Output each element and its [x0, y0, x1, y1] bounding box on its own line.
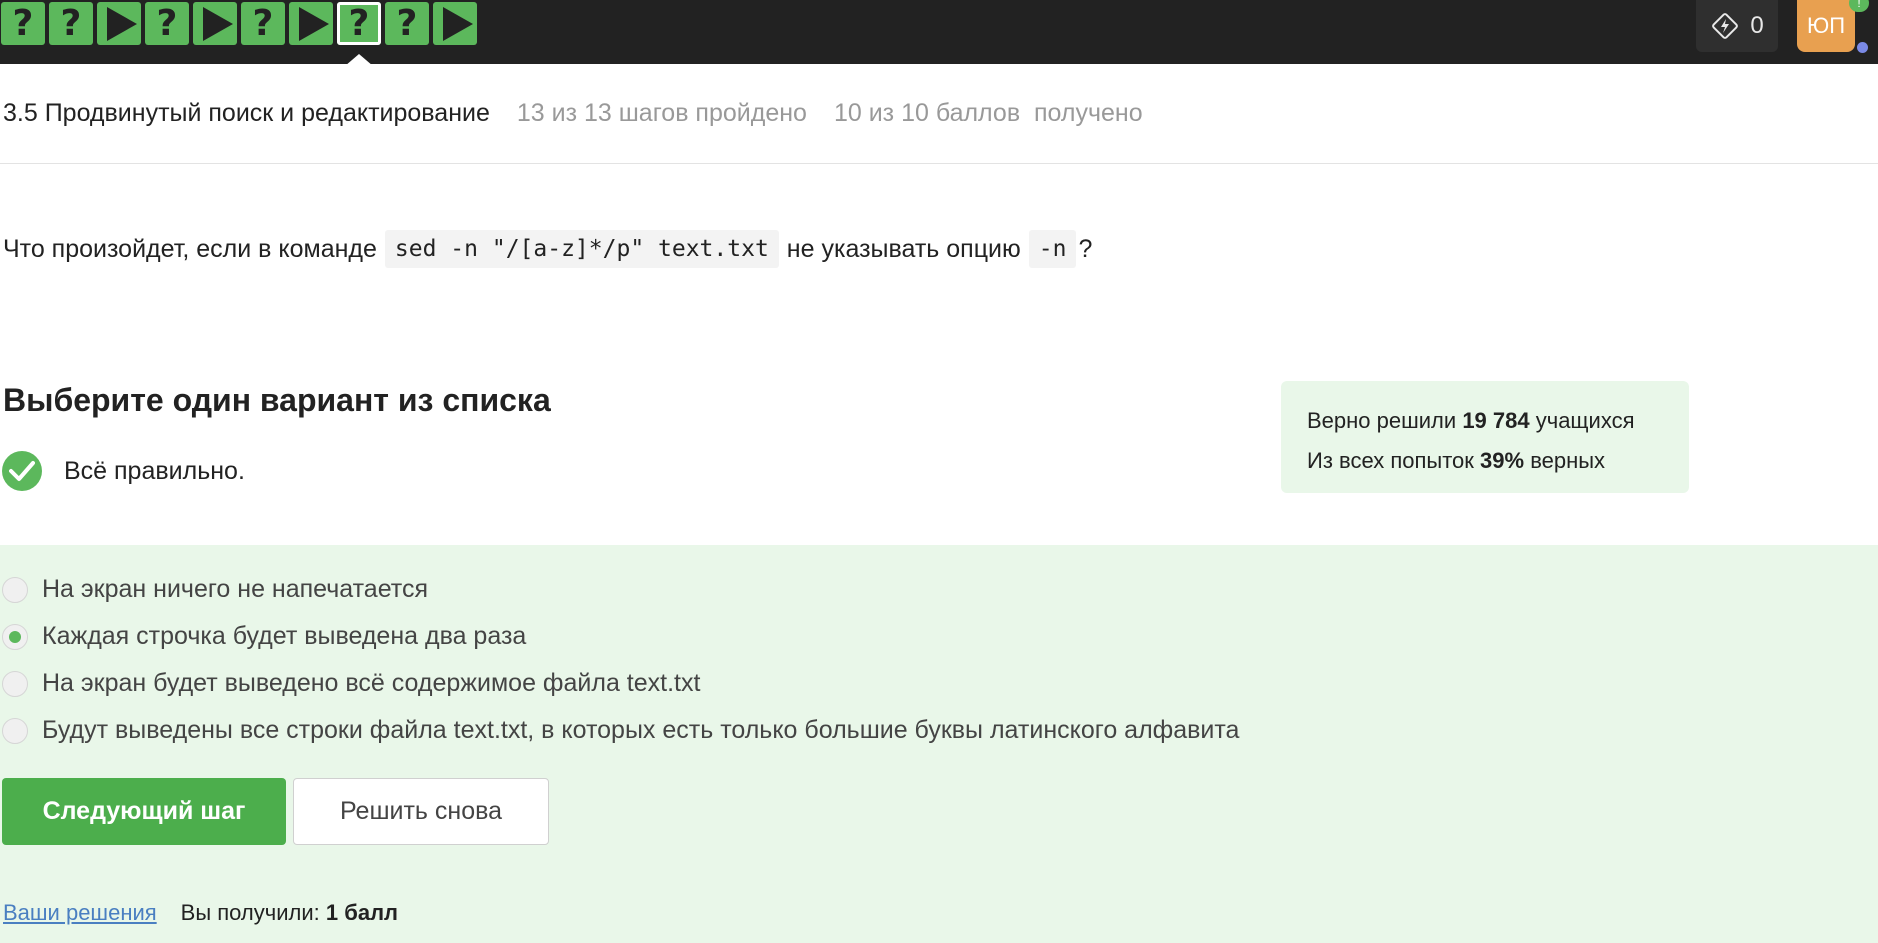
question-mark-icon: ?: [60, 3, 82, 44]
radio-button[interactable]: [2, 717, 28, 744]
step-5-video[interactable]: [193, 2, 237, 45]
step-2-question[interactable]: ?: [49, 2, 93, 45]
choose-title: Выберите один вариант из списка: [3, 382, 551, 418]
step-8-question-current[interactable]: ?: [337, 2, 381, 45]
option-label: На экран будет выведено всё содержимое ф…: [42, 669, 701, 697]
attempts-percent: 39%: [1480, 448, 1525, 473]
steps-progress: 13 из 13 шагов пройдено: [516, 99, 807, 127]
received-prefix: Вы получили:: [180, 900, 320, 925]
option-label: Каждая строчка будет выведена два раза: [42, 622, 527, 650]
play-icon: [299, 6, 329, 41]
step-3-video[interactable]: [97, 2, 141, 45]
option-4[interactable]: Будут выведены все строки файла text.txt…: [2, 716, 1239, 745]
step-6-question[interactable]: ?: [241, 2, 285, 45]
avatar-initials: ЮП: [1806, 13, 1846, 38]
footer: Ваши решения Вы получили: 1 балл: [3, 900, 398, 926]
option-3[interactable]: На экран будет выведено всё содержимое ф…: [2, 669, 700, 698]
option-2[interactable]: Каждая строчка будет выведена два раза: [2, 622, 526, 651]
play-icon: [203, 6, 233, 41]
solved-prefix: Верно решили: [1307, 408, 1457, 433]
received-points: Вы получили: 1 балл: [181, 900, 398, 926]
solved-suffix: учащихся: [1535, 408, 1635, 433]
step-1-question[interactable]: ?: [1, 2, 45, 45]
energy-counter[interactable]: 0: [1696, 0, 1778, 52]
question-text-after: ?: [1078, 234, 1093, 263]
user-avatar[interactable]: ЮП: [1797, 0, 1855, 52]
stats-panel: Верно решили 19 784 учащихся Из всех поп…: [1281, 381, 1689, 493]
question-text-middle: не указывать опцию: [786, 234, 1021, 263]
question-text: Что произойдет, если в команде sed -n "/…: [3, 230, 1092, 268]
radio-button[interactable]: [2, 576, 28, 603]
question-text-before: Что произойдет, если в команде: [3, 234, 377, 263]
radio-button-checked[interactable]: [2, 623, 28, 650]
attempts-stats: Из всех попыток 39% верных: [1307, 441, 1663, 481]
step-list: ? ? ? ? ? ?: [1, 2, 481, 45]
option-code: -n: [1028, 230, 1077, 268]
step-4-question[interactable]: ?: [145, 2, 189, 45]
radio-button[interactable]: [2, 670, 28, 697]
lightning-icon: [1712, 13, 1739, 39]
top-navigation-bar: ? ? ? ? ? ? 0 ЮП !: [0, 0, 1878, 64]
solved-count: 19 784: [1462, 408, 1530, 433]
result-message: Всё правильно.: [2, 451, 245, 491]
your-solutions-link[interactable]: Ваши решения: [3, 900, 157, 926]
play-icon: [443, 6, 473, 41]
checkmark-icon: [2, 451, 42, 491]
lesson-title: 3.5 Продвинутый поиск и редактирование: [3, 99, 490, 127]
notification-badge[interactable]: !: [1849, 0, 1869, 12]
result-text: Всё правильно.: [64, 456, 245, 485]
next-step-button[interactable]: Следующий шаг: [2, 778, 286, 845]
option-1[interactable]: На экран ничего не напечатается: [2, 575, 428, 604]
energy-count: 0: [1750, 12, 1764, 39]
play-icon: [107, 6, 137, 41]
question-mark-icon: ?: [396, 3, 418, 44]
option-label: Будут выведены все строки файла text.txt…: [42, 716, 1240, 744]
lesson-header: 3.5 Продвинутый поиск и редактирование 1…: [0, 64, 1878, 164]
received-value: 1 балл: [325, 900, 399, 925]
points-progress: 10 из 10 баллов получено: [833, 99, 1143, 127]
question-mark-icon: ?: [156, 3, 178, 44]
option-label: На экран ничего не напечатается: [42, 575, 428, 603]
attempts-suffix: верных: [1530, 448, 1606, 473]
step-7-video[interactable]: [289, 2, 333, 45]
step-10-video[interactable]: [433, 2, 477, 45]
question-mark-icon: ?: [12, 3, 34, 44]
status-dot: [1857, 42, 1868, 53]
attempts-prefix: Из всех попыток: [1307, 448, 1474, 473]
command-code: sed -n "/[a-z]*/p" text.txt: [384, 230, 779, 268]
step-9-question[interactable]: ?: [385, 2, 429, 45]
solved-stats: Верно решили 19 784 учащихся: [1307, 401, 1663, 441]
question-mark-icon: ?: [348, 3, 370, 44]
question-mark-icon: ?: [252, 3, 274, 44]
solve-again-button[interactable]: Решить снова: [293, 778, 549, 845]
